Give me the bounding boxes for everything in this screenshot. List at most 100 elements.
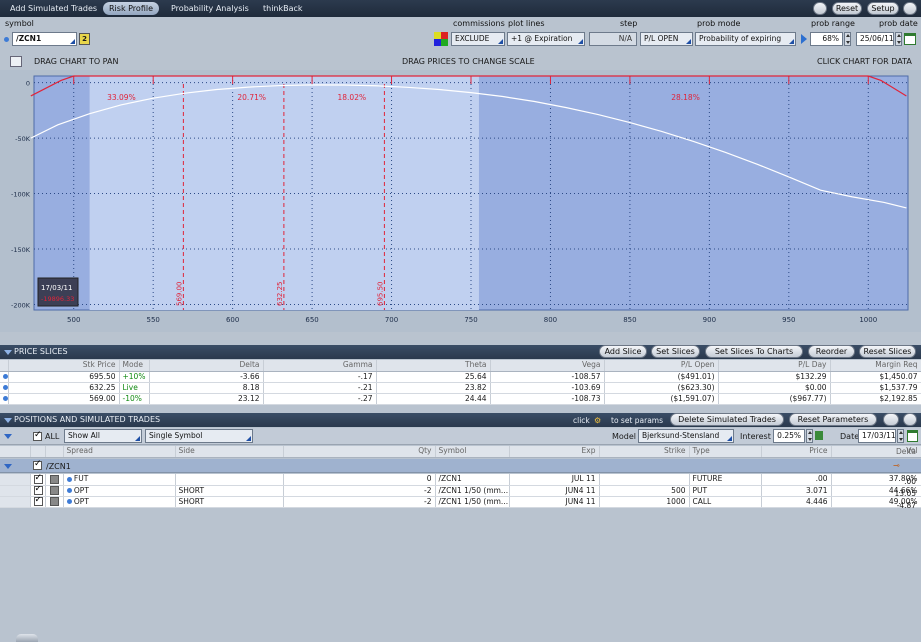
col-pl-day[interactable]: P/L Day: [718, 360, 831, 372]
col-pl-open[interactable]: P/L Open: [604, 360, 719, 372]
prob-date-input[interactable]: 25/06/11: [856, 32, 894, 46]
symbol-link-badge[interactable]: 2: [79, 33, 90, 45]
tab-probability-analysis[interactable]: Probability Analysis: [165, 2, 255, 15]
commissions-select[interactable]: EXCLUDE: [451, 32, 505, 46]
settings-icon[interactable]: [903, 2, 917, 15]
show-filter-select[interactable]: Show All: [64, 429, 142, 443]
row-checkbox[interactable]: [33, 496, 43, 506]
row-lock-box[interactable]: [49, 497, 59, 506]
printer-icon[interactable]: [883, 413, 899, 426]
resize-handle[interactable]: [16, 634, 38, 642]
calendar-icon[interactable]: [904, 33, 916, 45]
pos-delta[interactable]: -4.87: [862, 500, 916, 512]
col-gamma[interactable]: Gamma: [263, 360, 377, 372]
row-checkbox[interactable]: [33, 474, 43, 484]
plot-lines-select[interactable]: +1 @ Expiration: [507, 32, 585, 46]
pos-side[interactable]: SHORT: [175, 496, 284, 508]
symbol-input[interactable]: /ZCN1: [12, 32, 77, 46]
pos-price[interactable]: 3.071: [761, 485, 832, 497]
slice-mode[interactable]: -10%: [119, 393, 150, 405]
interest-stepper[interactable]: [806, 429, 813, 443]
date-stepper[interactable]: [897, 429, 904, 443]
row-lock-box[interactable]: [49, 486, 59, 495]
table-row[interactable]: 569.00 -10% 23.12 -.27 24.44 -108.73 ($1…: [0, 393, 921, 405]
prob-date-stepper[interactable]: [895, 32, 902, 46]
group-collapse-icon[interactable]: [4, 464, 12, 469]
pos-strike[interactable]: [599, 474, 690, 486]
set-slices-to-charts-button[interactable]: Set Slices To Charts: [705, 345, 803, 358]
col-delta[interactable]: Delta: [862, 447, 916, 456]
risk-profile-svg[interactable]: 500 550 600 650 700 750 800 850 900 950 1000 0 -50K -…: [0, 70, 921, 332]
expand-icon[interactable]: [903, 413, 917, 426]
set-slices-button[interactable]: Set Slices: [651, 345, 700, 358]
prob-range-stepper[interactable]: [844, 32, 851, 46]
symbol-mode-select[interactable]: Single Symbol: [145, 429, 253, 443]
col-side[interactable]: Side: [175, 446, 284, 458]
col-vega[interactable]: Vega: [490, 360, 605, 372]
pos-spread[interactable]: FUT: [74, 474, 88, 483]
pos-strike[interactable]: 500: [599, 485, 690, 497]
tab-risk-profile[interactable]: Risk Profile: [103, 2, 159, 15]
row-dot-icon[interactable]: [3, 374, 7, 379]
play-arrow-icon[interactable]: [801, 34, 807, 44]
pos-side[interactable]: SHORT: [175, 485, 284, 497]
position-row[interactable]: OPT SHORT -2 /ZCN1 1/50 (mm... JUN4 11 1…: [0, 496, 921, 508]
pos-qty[interactable]: -2: [283, 485, 436, 497]
pos-price[interactable]: 4.446: [761, 496, 832, 508]
pos-delta[interactable]: 13.05: [862, 488, 916, 500]
add-slice-button[interactable]: Add Slice: [599, 345, 647, 358]
col-strike[interactable]: Strike: [599, 446, 690, 458]
pos-type[interactable]: FUTURE: [689, 474, 762, 486]
prob-mode-select[interactable]: Probability of expiring: [695, 32, 796, 46]
reset-slices-button[interactable]: Reset Slices: [859, 345, 916, 358]
table-row[interactable]: 632.25 Live 8.18 -.21 23.82 -103.69 ($62…: [0, 382, 921, 394]
col-symbol[interactable]: Symbol: [435, 446, 510, 458]
row-dot-icon[interactable]: [3, 396, 7, 401]
reset-parameters-button[interactable]: Reset Parameters: [789, 413, 877, 426]
reset-button[interactable]: Reset: [832, 2, 862, 15]
group-params-icon[interactable]: ⊸: [893, 461, 900, 470]
delete-simulated-trades-button[interactable]: Delete Simulated Trades: [670, 413, 784, 426]
row-dot-icon[interactable]: [3, 385, 7, 390]
interest-input[interactable]: 0.25%: [773, 429, 805, 443]
collapse-caret-icon[interactable]: [4, 418, 12, 423]
col-price[interactable]: Price: [761, 446, 832, 458]
date-calendar-icon[interactable]: [907, 430, 918, 442]
reorder-button[interactable]: Reorder: [808, 345, 855, 358]
pos-price[interactable]: .00: [761, 474, 832, 486]
slice-price[interactable]: 695.50: [8, 371, 120, 383]
select-all-checkbox[interactable]: [33, 430, 42, 441]
col-exp[interactable]: Exp: [509, 446, 600, 458]
col-type[interactable]: Type: [689, 446, 762, 458]
pos-spread[interactable]: OPT: [74, 486, 89, 495]
model-select[interactable]: Bjerksund-Stensland: [638, 429, 734, 443]
slice-price[interactable]: 569.00: [8, 393, 120, 405]
row-checkbox[interactable]: [33, 485, 43, 495]
pos-type[interactable]: PUT: [689, 485, 762, 497]
group-row[interactable]: /ZCN1 ⊸: [0, 459, 921, 473]
risk-profile-chart[interactable]: 500 550 600 650 700 750 800 850 900 950 1000 0 -50K -…: [0, 70, 921, 332]
pos-exp[interactable]: JUL 11: [509, 474, 600, 486]
row-dot-icon[interactable]: [66, 476, 72, 482]
lock-icon[interactable]: [815, 431, 823, 440]
date-input[interactable]: 17/03/11: [858, 429, 896, 443]
tab-add-simulated-trades[interactable]: Add Simulated Trades: [4, 2, 103, 15]
step-mode-select[interactable]: P/L OPEN: [640, 32, 693, 46]
pos-type[interactable]: CALL: [689, 496, 762, 508]
pos-exp[interactable]: JUN4 11: [509, 496, 600, 508]
pos-exp[interactable]: JUN4 11: [509, 485, 600, 497]
table-row[interactable]: 695.50 +10% -3.66 -.17 25.64 -108.57 ($4…: [0, 371, 921, 383]
tab-thinkback[interactable]: thinkBack: [257, 2, 309, 15]
col-qty[interactable]: Qty: [283, 446, 436, 458]
chart-type-icon[interactable]: [10, 56, 22, 67]
slice-mode[interactable]: Live: [119, 382, 150, 394]
collapse-all-icon[interactable]: [4, 434, 12, 439]
pos-qty[interactable]: -2: [283, 496, 436, 508]
slice-mode[interactable]: +10%: [119, 371, 150, 383]
col-margin-req[interactable]: Margin Req: [830, 360, 921, 372]
position-row[interactable]: FUT 0 /ZCN1 JUL 11 FUTURE .00 37.80%: [0, 474, 921, 486]
color-grid-icon[interactable]: [434, 32, 448, 46]
pos-spread[interactable]: OPT: [74, 497, 89, 506]
pos-strike[interactable]: 1000: [599, 496, 690, 508]
prob-range-input[interactable]: 68%: [810, 32, 843, 46]
